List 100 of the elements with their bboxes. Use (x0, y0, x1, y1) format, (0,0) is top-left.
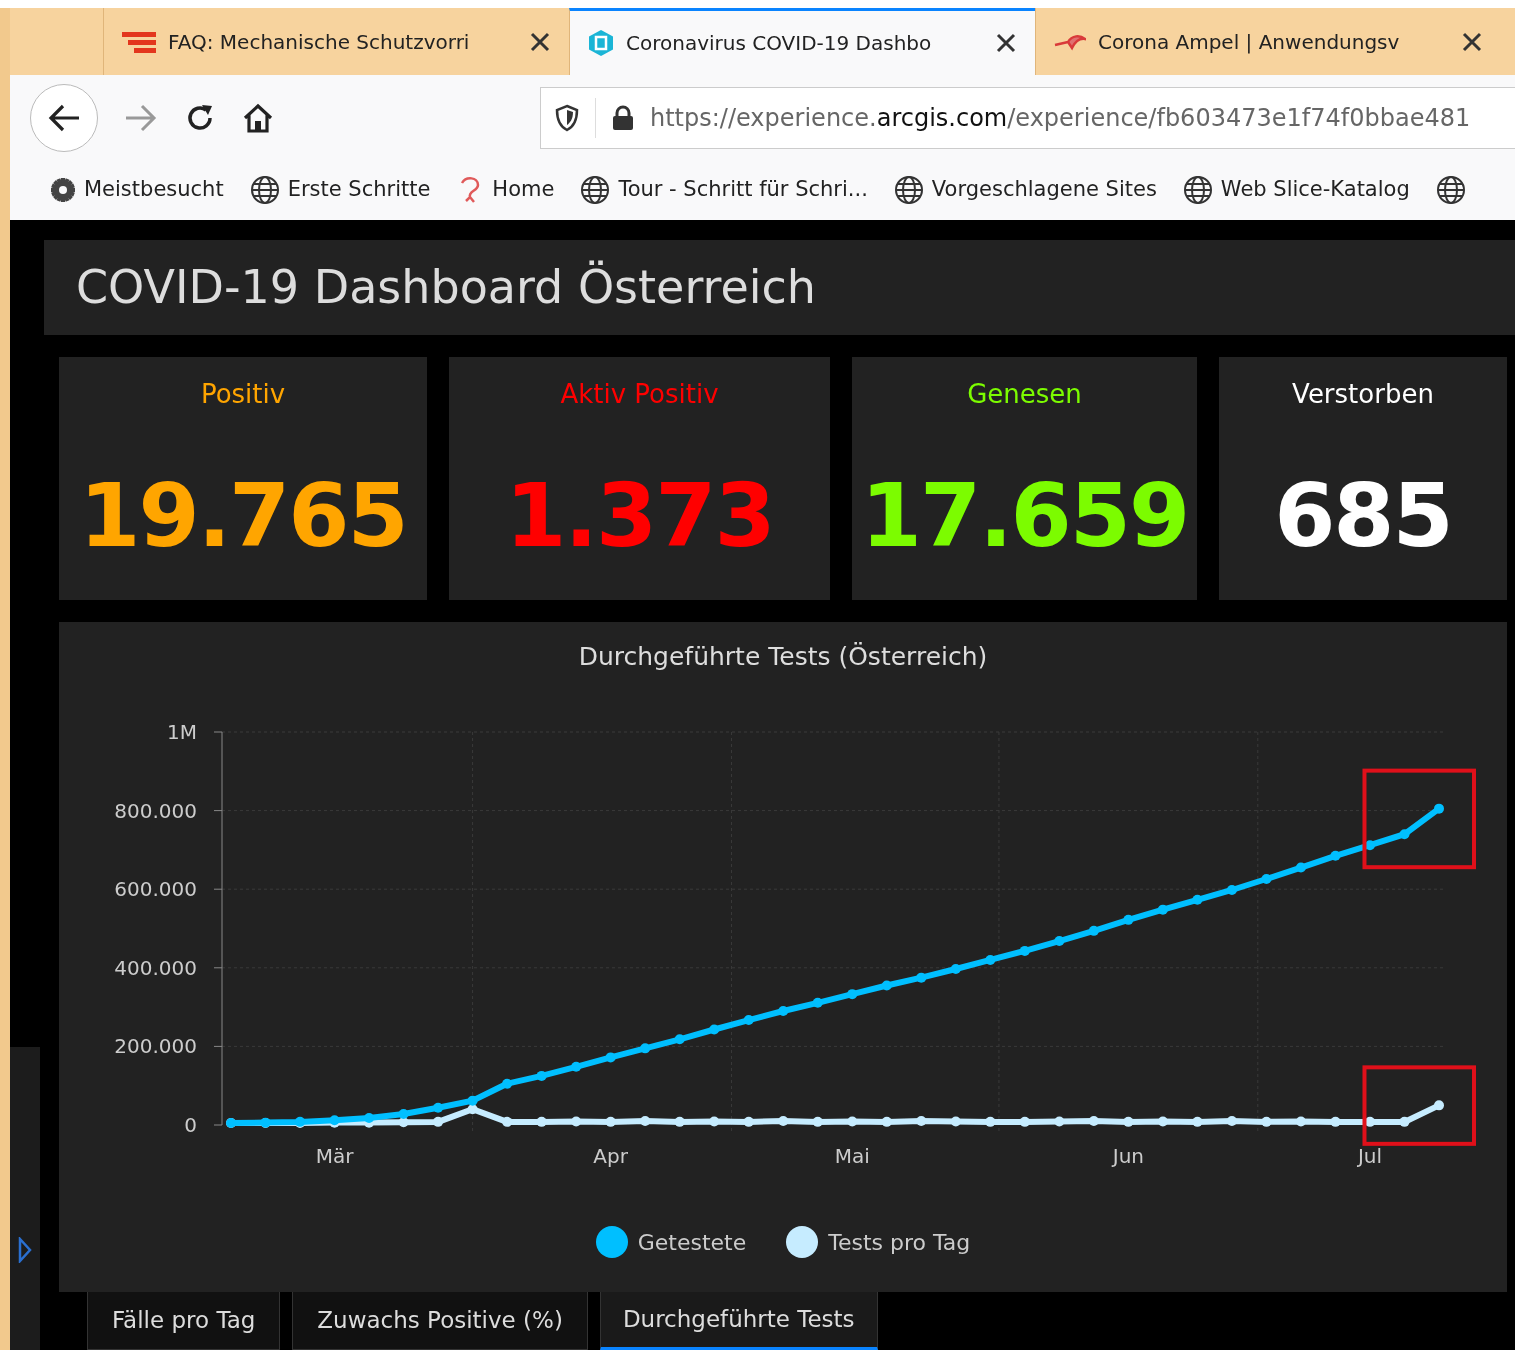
side-panel-toggle[interactable] (10, 1047, 40, 1350)
data-point (1399, 1116, 1410, 1127)
data-point (1261, 1116, 1272, 1127)
data-point (881, 1116, 892, 1127)
data-point (1123, 914, 1134, 925)
url-text: https://experience.arcgis.com/experience/fb603473e1f74f0bbae481 (650, 102, 1471, 134)
data-point (1054, 1116, 1065, 1127)
data-point (881, 980, 892, 991)
data-point (1295, 1116, 1306, 1127)
legend-label: Getestete (637, 1228, 747, 1257)
y-tick-label: 1M (167, 720, 197, 744)
data-point (1226, 885, 1237, 895)
x-tick-label: Jul (1357, 1144, 1383, 1168)
data-point (1434, 1100, 1444, 1111)
data-point (536, 1070, 547, 1081)
x-tick-label: Mai (834, 1144, 870, 1168)
shield-icon (555, 103, 579, 132)
data-point (1123, 1116, 1134, 1127)
globe-icon[interactable] (1435, 175, 1466, 205)
data-point (1192, 894, 1203, 905)
x-tick-label: Apr (593, 1144, 628, 1168)
bookmark-item[interactable]: Vorgeschlagene Sites (893, 174, 1157, 206)
data-point (985, 1116, 996, 1127)
stat-value: 1.373 (504, 463, 775, 569)
data-point (778, 1006, 789, 1017)
data-point (364, 1112, 375, 1123)
data-point (674, 1116, 685, 1127)
bookmark-item[interactable]: Meistbesucht (50, 174, 224, 206)
address-bar[interactable]: https://experience.arcgis.com/experience/fb603473e1f74f0bbae481 (540, 86, 1515, 149)
data-point (605, 1052, 616, 1063)
bookmark-item[interactable]: Erste Schritte (249, 174, 431, 206)
data-point (674, 1034, 685, 1045)
data-point (398, 1109, 409, 1119)
data-point (467, 1104, 478, 1115)
gear-icon (50, 177, 76, 203)
data-point (536, 1116, 547, 1127)
globe-icon (893, 175, 924, 205)
globe-icon (580, 175, 611, 205)
stat-label: Verstorben (1291, 378, 1435, 411)
data-point (1088, 1116, 1099, 1127)
data-point (467, 1095, 478, 1106)
data-point (709, 1116, 720, 1127)
globe-icon (1182, 175, 1213, 205)
stat-value: 685 (1273, 463, 1453, 569)
chart-tab[interactable]: Zuwachs Positive (%) (292, 1292, 588, 1350)
data-point (433, 1102, 444, 1113)
y-tick-label: 400.000 (114, 955, 197, 980)
data-point (743, 1116, 754, 1127)
bookmark-item[interactable]: Tour - Schritt für Schri... (580, 174, 868, 206)
data-point (847, 989, 858, 1000)
data-point (1157, 904, 1168, 915)
data-point (950, 1116, 961, 1127)
data-point (640, 1116, 651, 1127)
chart-tab[interactable]: Fälle pro Tag (87, 1292, 281, 1350)
lock-icon (612, 104, 634, 131)
data-point (640, 1043, 651, 1054)
data-point (1261, 874, 1272, 884)
close-icon[interactable] (529, 30, 551, 53)
chart-tab[interactable]: Durchgeführte Tests (599, 1292, 878, 1350)
x-tick-label: Mär (315, 1144, 354, 1168)
close-icon[interactable] (1461, 30, 1483, 53)
stat-label: Genesen (966, 378, 1083, 411)
data-point (812, 997, 823, 1008)
data-point (985, 954, 996, 965)
bookmark-item[interactable]: Home (456, 174, 555, 206)
home-button[interactable] (242, 101, 274, 134)
data-point (743, 1015, 754, 1026)
data-point (1364, 840, 1375, 851)
data-point (1019, 945, 1030, 956)
stat-label: Positiv (199, 378, 287, 411)
data-point (502, 1078, 513, 1089)
y-tick-label: 200.000 (114, 1034, 197, 1059)
chart-title: Durchgeführte Tests (Österreich) (578, 642, 988, 671)
globe-icon (249, 175, 280, 205)
expand-arrow-icon[interactable] (18, 1237, 32, 1263)
data-point (1399, 829, 1410, 840)
data-point (502, 1116, 513, 1127)
stat-value: 17.659 (859, 463, 1190, 569)
data-point (1295, 862, 1306, 873)
data-point (571, 1061, 582, 1072)
x-tick-label: Jun (1112, 1144, 1144, 1168)
close-icon[interactable] (995, 32, 1017, 54)
data-point (916, 1116, 927, 1127)
data-point (1088, 925, 1099, 936)
back-arrow-icon (47, 102, 81, 133)
stat-value: 19.765 (78, 463, 408, 569)
data-point (1330, 1116, 1341, 1127)
data-point (778, 1116, 789, 1127)
flag-icon (122, 30, 156, 53)
data-point (1054, 936, 1065, 947)
y-tick-label: 600.000 (114, 877, 197, 902)
y-tick-label: 800.000 (114, 798, 197, 823)
bookmark-item[interactable]: Web Slice-Katalog (1182, 174, 1410, 206)
data-point (1226, 1116, 1237, 1127)
hexagon-icon (588, 29, 614, 57)
legend-label: Tests pro Tag (828, 1228, 971, 1257)
data-point (260, 1117, 271, 1128)
forward-button[interactable] (124, 102, 158, 133)
dashboard-title: COVID-19 Dashboard Österreich (44, 240, 1515, 335)
browser-tab[interactable]: Coronavirus COVID-19 Dashbo (569, 8, 1035, 75)
